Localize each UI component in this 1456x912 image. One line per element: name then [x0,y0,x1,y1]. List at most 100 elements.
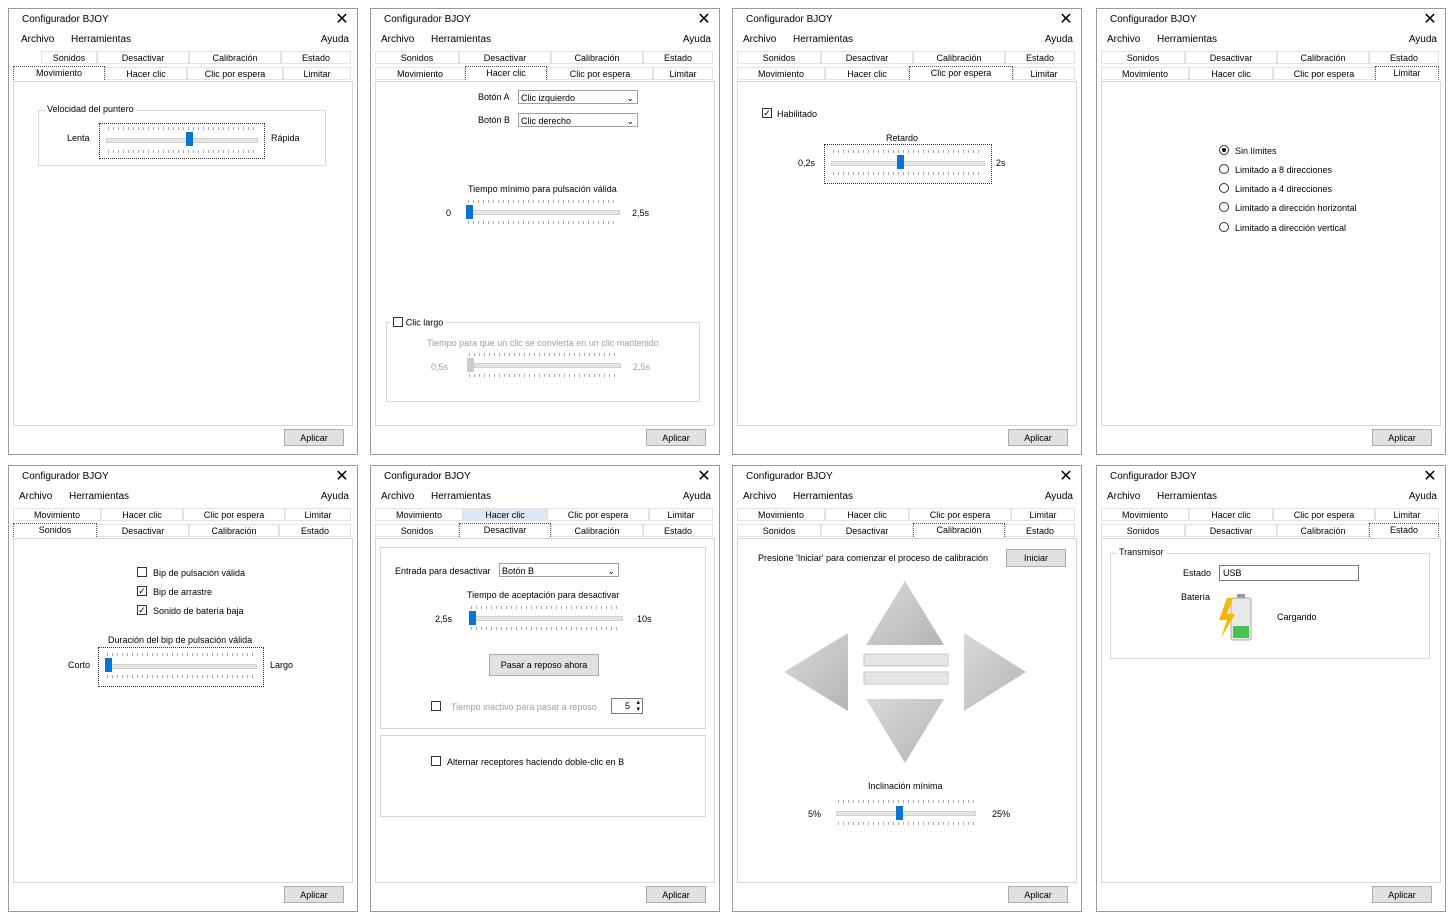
close-icon[interactable]: ✕ [693,10,715,30]
tab-calibration[interactable]: Calibración [1277,51,1369,64]
tab-sounds[interactable]: Sonidos [737,524,821,537]
enabled-checkbox[interactable]: ✓ [762,108,772,118]
tab-calibration[interactable]: Calibración [1277,524,1369,537]
tab-status[interactable]: Estado [1005,524,1075,537]
tab-status[interactable]: Estado [279,524,351,537]
tab-calibration[interactable]: Calibración [913,51,1005,64]
tab-dwell[interactable]: Clic por espera [547,67,653,80]
idle-checkbox[interactable] [431,701,441,711]
tab-status[interactable]: Estado [1005,51,1075,64]
menu-help[interactable]: Ayuda [1409,491,1437,502]
tab-sounds[interactable]: Sonidos [375,51,459,64]
tab-movement[interactable]: Movimiento [375,508,463,521]
idle-stepper[interactable]: 5 ▴ ▾ [611,698,643,714]
duration-slider[interactable] [98,647,264,687]
menu-help[interactable]: Ayuda [1409,34,1437,45]
tab-limit[interactable]: Limitar [283,67,351,80]
menu-tools[interactable]: Herramientas [71,34,131,45]
tab-limit[interactable]: Limitar [1375,66,1439,80]
delay-slider[interactable] [824,144,992,184]
tab-status[interactable]: Estado [643,524,713,537]
button-b-select[interactable]: Clic derecho ⌄ [518,113,638,127]
tab-calibration[interactable]: Calibración [551,51,643,64]
slider-thumb[interactable] [466,205,473,219]
stepper-arrows-icon[interactable]: ▴ ▾ [636,699,640,713]
tab-calibration[interactable]: Calibración [189,51,281,64]
tab-dwell[interactable]: Clic por espera [1273,67,1375,80]
tab-sounds[interactable]: Sonidos [1101,51,1185,64]
menu-file[interactable]: Archivo [381,491,414,502]
tab-disable[interactable]: Desactivar [459,523,551,537]
tab-sounds[interactable]: Sonidos [737,51,821,64]
tab-dwell[interactable]: Clic por espera [187,67,283,80]
apply-button[interactable]: Aplicar [1372,886,1432,903]
radio-option[interactable] [1219,202,1229,212]
tab-movement[interactable]: Movimiento [1101,67,1189,80]
tab-status[interactable]: Estado [1369,523,1439,537]
drag-beep-checkbox[interactable]: ✓ [137,586,147,596]
tab-movement[interactable]: Movimiento [737,508,825,521]
tab-status[interactable]: Estado [643,51,713,64]
menu-tools[interactable]: Herramientas [1157,491,1217,502]
start-button[interactable]: Iniciar [1006,549,1066,567]
tab-limit[interactable]: Limitar [1013,67,1075,80]
radio-option[interactable] [1219,222,1229,232]
tab-click[interactable]: Hacer clic [105,67,187,80]
tab-dwell[interactable]: Clic por espera [1273,508,1375,521]
slider-thumb[interactable] [897,155,905,169]
tab-sounds[interactable]: Sonidos [13,523,97,537]
apply-button[interactable]: Aplicar [1008,429,1068,446]
close-icon[interactable]: ✕ [1055,10,1077,30]
close-icon[interactable]: ✕ [1419,10,1441,30]
tab-limit[interactable]: Limitar [1375,508,1439,521]
tab-limit[interactable]: Limitar [653,67,713,80]
tab-limit[interactable]: Limitar [649,508,713,521]
tab-dwell[interactable]: Clic por espera [909,66,1013,80]
tab-movement[interactable]: Movimiento [1101,508,1189,521]
menu-help[interactable]: Ayuda [1045,491,1073,502]
tab-status[interactable]: Estado [281,51,351,64]
apply-button[interactable]: Aplicar [284,886,344,903]
menu-tools[interactable]: Herramientas [793,34,853,45]
input-select[interactable]: Botón B ⌄ [499,563,619,577]
menu-file[interactable]: Archivo [381,34,414,45]
slider-thumb[interactable] [895,806,903,820]
slider-thumb[interactable] [467,358,474,372]
valid-beep-checkbox[interactable] [137,567,147,577]
close-icon[interactable]: ✕ [693,467,715,487]
menu-tools[interactable]: Herramientas [431,34,491,45]
radio-option[interactable] [1219,145,1229,155]
menu-file[interactable]: Archivo [743,491,776,502]
menu-file[interactable]: Archivo [21,34,54,45]
tab-sounds[interactable]: Sonidos [375,524,459,537]
tab-disable[interactable]: Desactivar [1185,524,1277,537]
tab-click[interactable]: Hacer clic [101,508,183,521]
button-a-select[interactable]: Clic izquierdo ⌄ [518,90,638,104]
close-icon[interactable]: ✕ [1055,467,1077,487]
tab-calibration[interactable]: Calibración [913,523,1005,537]
accept-slider[interactable] [463,604,629,634]
tab-dwell[interactable]: Clic por espera [909,508,1011,521]
apply-button[interactable]: Aplicar [1372,429,1432,446]
tab-click[interactable]: Hacer clic [463,508,547,521]
tab-limit[interactable]: Limitar [1011,508,1075,521]
menu-help[interactable]: Ayuda [321,491,349,502]
tab-limit[interactable]: Limitar [285,508,351,521]
menu-tools[interactable]: Herramientas [793,491,853,502]
sleep-now-button[interactable]: Pasar a reposo ahora [489,654,599,676]
tab-disable[interactable]: Desactivar [1185,51,1277,64]
tab-sounds[interactable]: Sonidos [41,51,97,64]
close-icon[interactable]: ✕ [1419,467,1441,487]
min-press-slider[interactable] [460,198,626,228]
tab-click[interactable]: Hacer clic [1189,67,1273,80]
menu-file[interactable]: Archivo [19,491,52,502]
close-icon[interactable]: ✕ [331,467,353,487]
menu-help[interactable]: Ayuda [683,491,711,502]
slider-thumb[interactable] [105,658,112,672]
close-icon[interactable]: ✕ [331,10,353,30]
tab-dwell[interactable]: Clic por espera [183,508,285,521]
slider-thumb[interactable] [469,611,476,625]
tab-dwell[interactable]: Clic por espera [547,508,649,521]
tilt-slider[interactable] [830,797,982,829]
menu-file[interactable]: Archivo [743,34,776,45]
